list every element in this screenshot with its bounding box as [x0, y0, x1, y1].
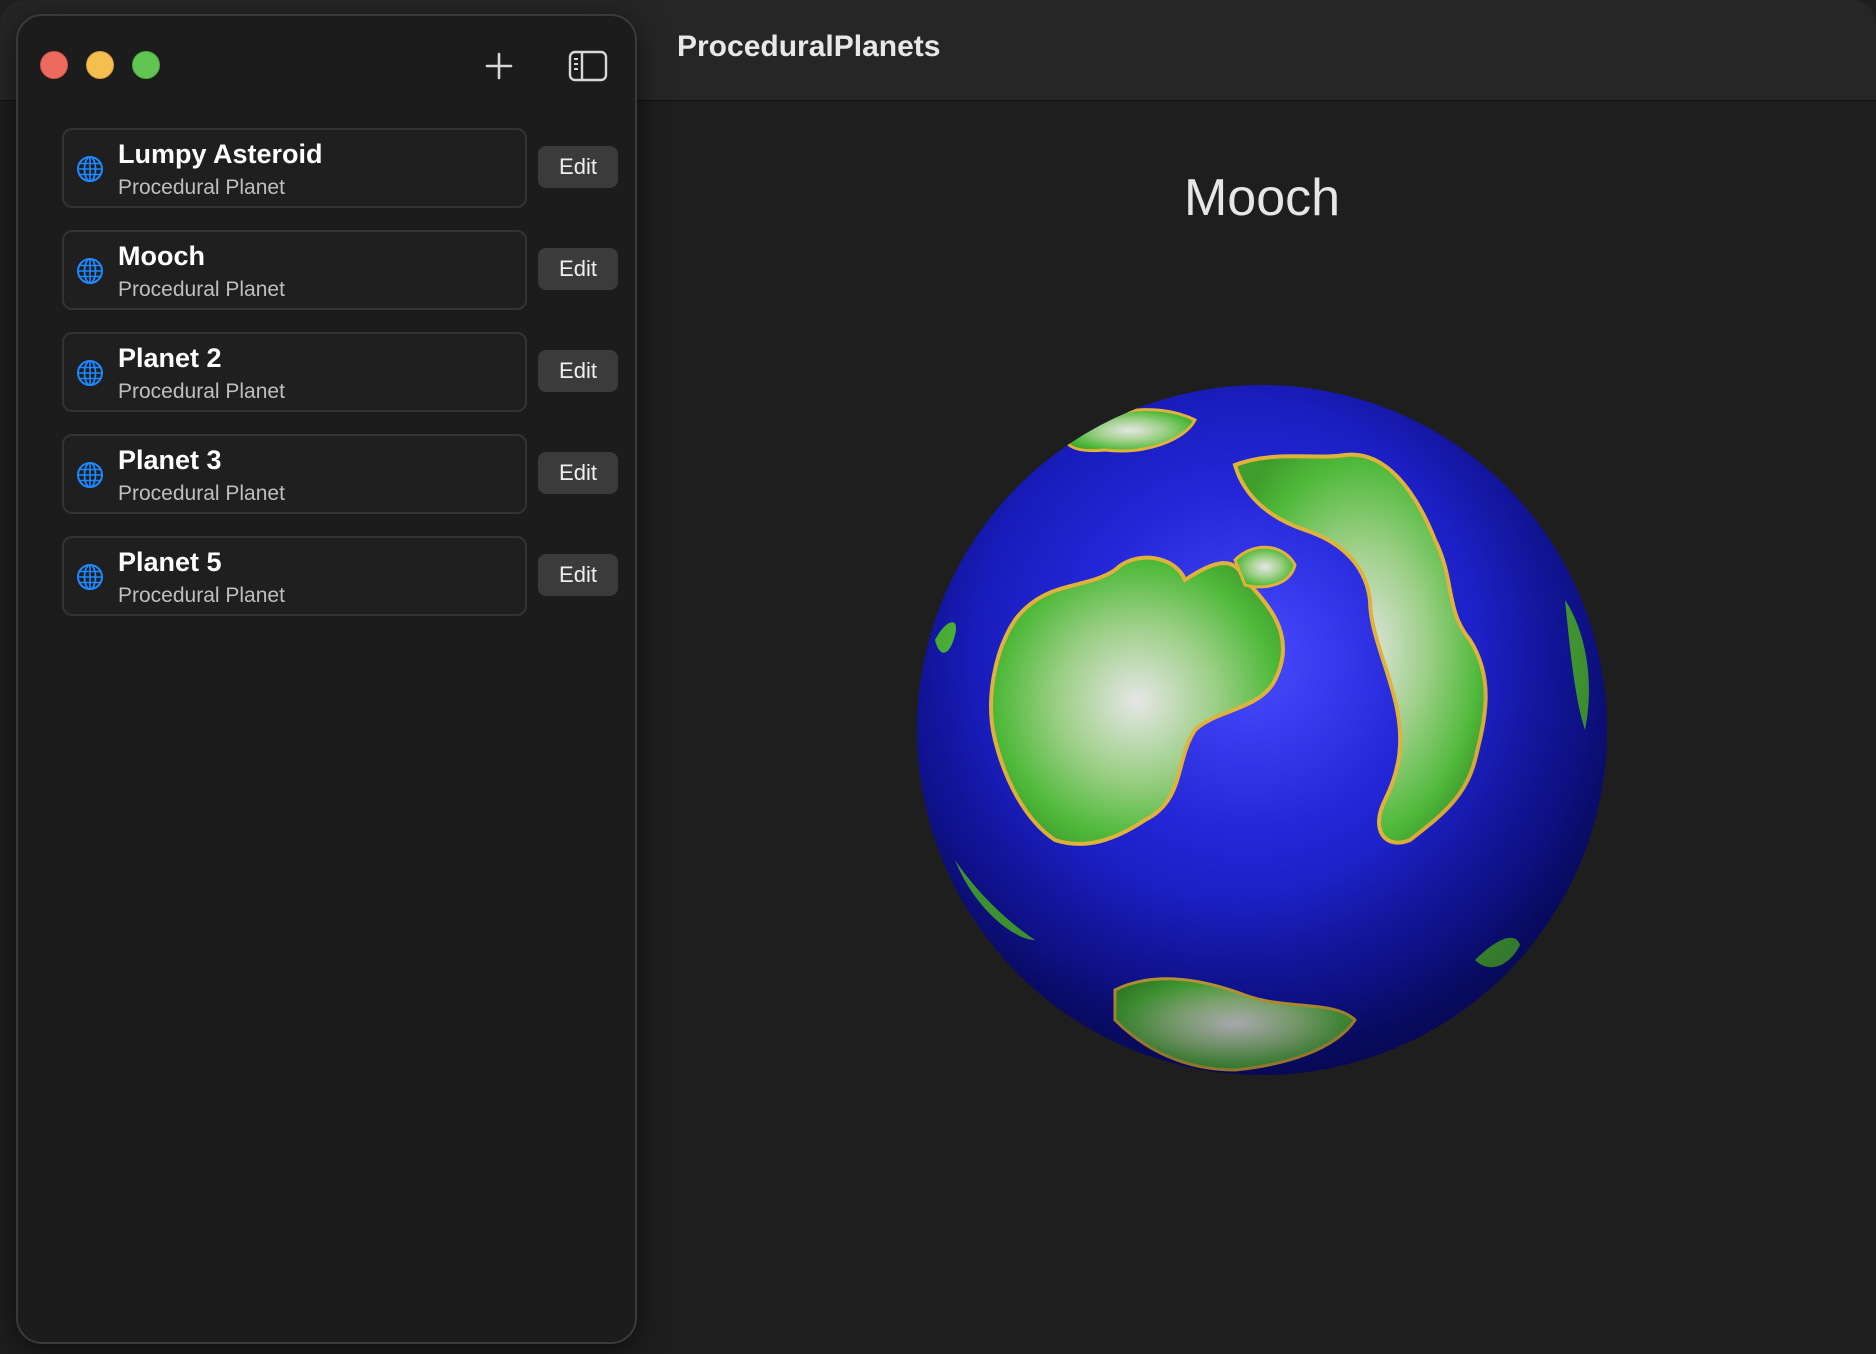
edit-button[interactable]: Edit	[538, 452, 618, 494]
list-item: Planet 5 Procedural Planet Edit	[48, 522, 628, 624]
edit-button[interactable]: Edit	[538, 554, 618, 596]
planet-type: Procedural Planet	[118, 278, 285, 301]
globe-icon	[77, 462, 103, 488]
edit-button[interactable]: Edit	[538, 146, 618, 188]
app-title: ProceduralPlanets	[677, 30, 941, 63]
list-item: Lumpy Asteroid Procedural Planet Edit	[48, 114, 628, 216]
planet-row-card[interactable]: Planet 2 Procedural Planet	[62, 332, 527, 412]
planet-row-card[interactable]: Planet 5 Procedural Planet	[62, 536, 527, 616]
planet-render[interactable]	[915, 380, 1610, 1080]
planet-name: Planet 2	[118, 343, 222, 373]
planet-name: Planet 5	[118, 547, 222, 577]
planet-type: Procedural Planet	[118, 584, 285, 607]
planet-list: Lumpy Asteroid Procedural Planet Edit Mo…	[48, 114, 628, 624]
planet-row-card[interactable]: Lumpy Asteroid Procedural Planet	[62, 128, 527, 208]
planet-name: Planet 3	[118, 445, 222, 475]
toggle-sidebar-button[interactable]	[568, 46, 608, 86]
close-window-button[interactable]	[40, 51, 68, 79]
sidebar: Lumpy Asteroid Procedural Planet Edit Mo…	[16, 14, 637, 1344]
planet-name: Mooch	[118, 241, 205, 271]
list-item: Planet 3 Procedural Planet Edit	[48, 420, 628, 522]
planet-view[interactable]	[915, 380, 1610, 1080]
list-item: Mooch Procedural Planet Edit	[48, 216, 628, 318]
globe-icon	[77, 564, 103, 590]
edit-button[interactable]: Edit	[538, 248, 618, 290]
app-window: ProceduralPlanets Mooch Lumpy Asteroid P…	[0, 0, 1876, 1354]
zoom-window-button[interactable]	[132, 51, 160, 79]
planet-name: Lumpy Asteroid	[118, 139, 323, 169]
edit-button[interactable]: Edit	[538, 350, 618, 392]
globe-icon	[77, 156, 103, 182]
sidebar-toggle-icon	[568, 50, 608, 82]
globe-icon	[77, 258, 103, 284]
planet-row-card[interactable]: Mooch Procedural Planet	[62, 230, 527, 310]
plus-icon	[485, 52, 513, 80]
list-item: Planet 2 Procedural Planet Edit	[48, 318, 628, 420]
planet-type: Procedural Planet	[118, 482, 285, 505]
planet-name-heading: Mooch	[1183, 169, 1341, 227]
globe-icon	[77, 360, 103, 386]
planet-type: Procedural Planet	[118, 380, 285, 403]
planet-type: Procedural Planet	[118, 176, 285, 199]
add-planet-button[interactable]	[479, 46, 519, 86]
minimize-window-button[interactable]	[86, 51, 114, 79]
planet-row-card[interactable]: Planet 3 Procedural Planet	[62, 434, 527, 514]
